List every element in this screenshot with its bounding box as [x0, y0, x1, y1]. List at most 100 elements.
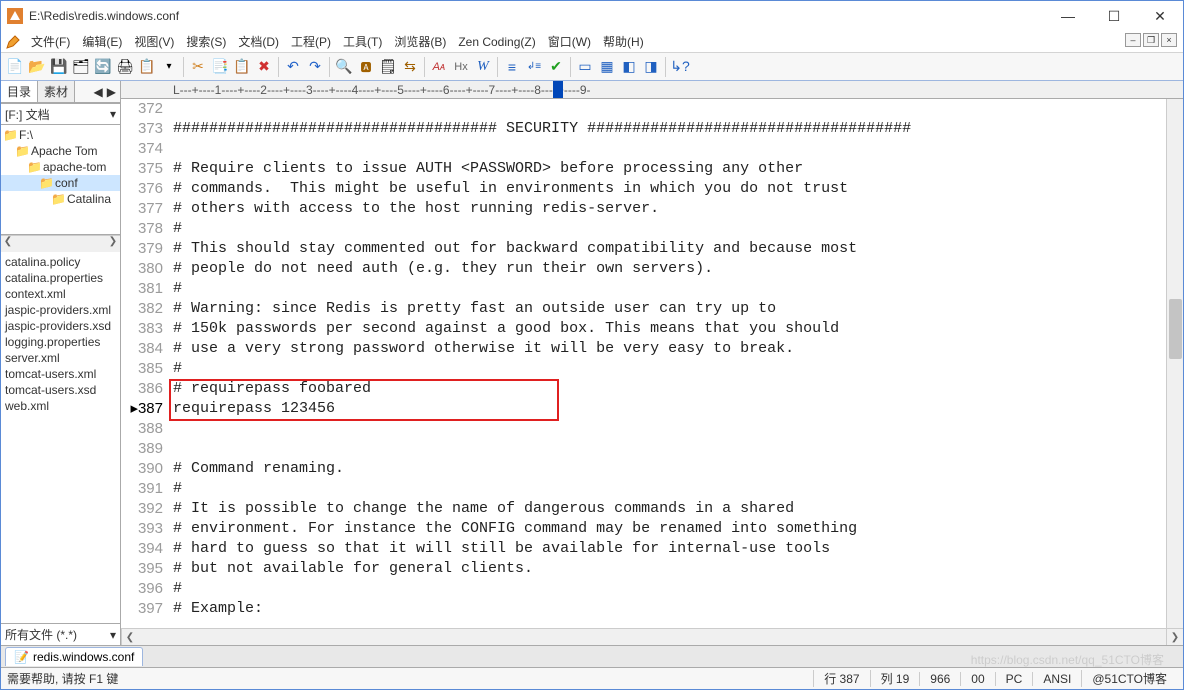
file-item[interactable]: jaspic-providers.xsd — [1, 318, 120, 334]
menu-project[interactable]: 工程(P) — [285, 33, 337, 50]
editor[interactable]: 3723733743753763773783793803813823833843… — [121, 99, 1183, 628]
tree-scrollbar[interactable]: ❮ ❯ — [1, 235, 120, 252]
notes-button[interactable]: 🗒 — [378, 57, 398, 77]
file-item[interactable]: server.xml — [1, 350, 120, 366]
cut-button[interactable]: ✂ — [188, 57, 208, 77]
redo-button[interactable]: ↷ — [305, 57, 325, 77]
file-list[interactable]: catalina.policycatalina.propertiescontex… — [1, 252, 120, 623]
toggle-a-button[interactable]: 🅰 — [356, 57, 376, 77]
file-item[interactable]: context.xml — [1, 286, 120, 302]
save-all-button[interactable]: 🗂 — [71, 57, 91, 77]
toolbar-separator — [329, 57, 330, 77]
hex-button[interactable]: Hx — [451, 57, 471, 77]
swap-button[interactable]: ⇆ — [400, 57, 420, 77]
menu-tools[interactable]: 工具(T) — [337, 33, 388, 50]
wrap-button[interactable]: ↲≡ — [524, 57, 544, 77]
menu-view[interactable]: 视图(V) — [128, 33, 180, 50]
status-line: 行 387 — [813, 670, 869, 687]
scroll-right-icon[interactable]: ❯ — [106, 236, 120, 252]
menu-zen-coding[interactable]: Zen Coding(Z) — [452, 35, 541, 49]
delete-button[interactable]: ✖ — [254, 57, 274, 77]
file-item[interactable]: logging.properties — [1, 334, 120, 350]
file-item[interactable]: tomcat-users.xsd — [1, 382, 120, 398]
window-layout-4-button[interactable]: ◨ — [641, 57, 661, 77]
ruler-text: L---+----1----+----2----+----3----+----4… — [173, 83, 591, 97]
vertical-scrollbar[interactable] — [1166, 99, 1183, 628]
menu-browser[interactable]: 浏览器(B) — [388, 33, 452, 50]
menu-document[interactable]: 文档(D) — [232, 33, 285, 50]
file-item[interactable]: web.xml — [1, 398, 120, 414]
folder-icon: 📁 — [15, 144, 29, 158]
sidebar-nav: ◀ ▶ — [90, 81, 120, 103]
mdi-restore-button[interactable]: ❐ — [1143, 33, 1159, 47]
sidebar-tab-assets[interactable]: 素材 — [38, 81, 75, 102]
menu-help[interactable]: 帮助(H) — [597, 33, 650, 50]
scrollbar-thumb[interactable] — [1169, 299, 1182, 359]
dropdown-icon[interactable]: ▾ — [159, 57, 179, 77]
app-icon — [7, 8, 23, 24]
print-button[interactable]: 🖨 — [115, 57, 135, 77]
mdi-close-button[interactable]: × — [1161, 33, 1177, 47]
indent-button[interactable]: ≡ — [502, 57, 522, 77]
code-content[interactable]: #################################### SEC… — [169, 99, 1183, 628]
w-button[interactable]: W — [473, 57, 493, 77]
new-file-button[interactable]: 📄 — [5, 57, 25, 77]
tree-item[interactable]: 📁Apache Tom — [1, 143, 120, 159]
menu-window[interactable]: 窗口(W) — [542, 33, 597, 50]
status-position: 966 — [919, 672, 960, 686]
window-layout-2-button[interactable]: ▦ — [597, 57, 617, 77]
nav-next-button[interactable]: ▶ — [107, 85, 116, 99]
paste-button[interactable]: 📋 — [232, 57, 252, 77]
scroll-right-icon[interactable]: ❯ — [1166, 629, 1183, 645]
tree-item-label: apache-tom — [43, 160, 106, 174]
file-item[interactable]: catalina.policy — [1, 254, 120, 270]
horizontal-scrollbar[interactable]: ❮ ❯ — [121, 628, 1183, 645]
toolbar-separator — [665, 57, 666, 77]
document-tabs: 📝 redis.windows.conf — [1, 645, 1183, 667]
tree-item[interactable]: 📁F:\ — [1, 127, 120, 143]
drive-select[interactable]: [F:] 文档 ▾ — [1, 103, 120, 125]
check-button[interactable]: ✔ — [546, 57, 566, 77]
font-aa-button[interactable]: Aᴀ — [429, 57, 449, 77]
toolbar-separator — [570, 57, 571, 77]
file-item[interactable]: tomcat-users.xml — [1, 366, 120, 382]
copy-button[interactable]: 📑 — [210, 57, 230, 77]
tree-item[interactable]: 📁Catalina — [1, 191, 120, 207]
reload-button[interactable]: 🔄 — [93, 57, 113, 77]
undo-button[interactable]: ↶ — [283, 57, 303, 77]
open-file-button[interactable]: 📂 — [27, 57, 47, 77]
window-layout-3-button[interactable]: ◧ — [619, 57, 639, 77]
tree-item-label: Apache Tom — [31, 144, 98, 158]
tree-item[interactable]: 📁conf — [1, 175, 120, 191]
document-tab[interactable]: 📝 redis.windows.conf — [5, 647, 143, 666]
file-pattern-select[interactable]: 所有文件 (*.*) ▾ — [1, 623, 120, 645]
toolbar: 📄 📂 💾 🗂 🔄 🖨 📋 ▾ ✂ 📑 📋 ✖ ↶ ↷ 🔍 🅰 🗒 ⇆ Aᴀ H… — [1, 53, 1183, 81]
help-button[interactable]: ↳? — [670, 57, 690, 77]
mdi-minimize-button[interactable]: – — [1125, 33, 1141, 47]
file-item[interactable]: catalina.properties — [1, 270, 120, 286]
tree-item-label: F:\ — [19, 128, 33, 142]
window-layout-1-button[interactable]: ▭ — [575, 57, 595, 77]
find-button[interactable]: 🔍 — [334, 57, 354, 77]
menu-edit[interactable]: 编辑(E) — [76, 33, 128, 50]
status-help-text: 需要帮助, 请按 F1 键 — [7, 670, 118, 687]
maximize-button[interactable]: ☐ — [1091, 1, 1137, 31]
folder-tree[interactable]: 📁F:\📁Apache Tom📁apache-tom📁conf📁Catalina — [1, 125, 120, 235]
print-preview-button[interactable]: 📋 — [137, 57, 157, 77]
tree-item[interactable]: 📁apache-tom — [1, 159, 120, 175]
close-button[interactable]: ✕ — [1137, 1, 1183, 31]
file-pattern-label: 所有文件 (*.*) — [5, 626, 77, 643]
menu-file[interactable]: 文件(F) — [25, 33, 76, 50]
save-button[interactable]: 💾 — [49, 57, 69, 77]
line-number-gutter: 3723733743753763773783793803813823833843… — [121, 99, 169, 628]
menu-search[interactable]: 搜索(S) — [180, 33, 232, 50]
scroll-left-icon[interactable]: ❮ — [121, 629, 138, 645]
scroll-left-icon[interactable]: ❮ — [1, 236, 15, 252]
minimize-button[interactable]: — — [1045, 1, 1091, 31]
scrollbar-track[interactable] — [138, 629, 1166, 645]
nav-prev-button[interactable]: ◀ — [94, 85, 103, 99]
sidebar-tab-directory[interactable]: 目录 — [1, 81, 38, 102]
file-item[interactable]: jaspic-providers.xml — [1, 302, 120, 318]
folder-icon: 📁 — [39, 176, 53, 190]
folder-icon: 📁 — [51, 192, 65, 206]
